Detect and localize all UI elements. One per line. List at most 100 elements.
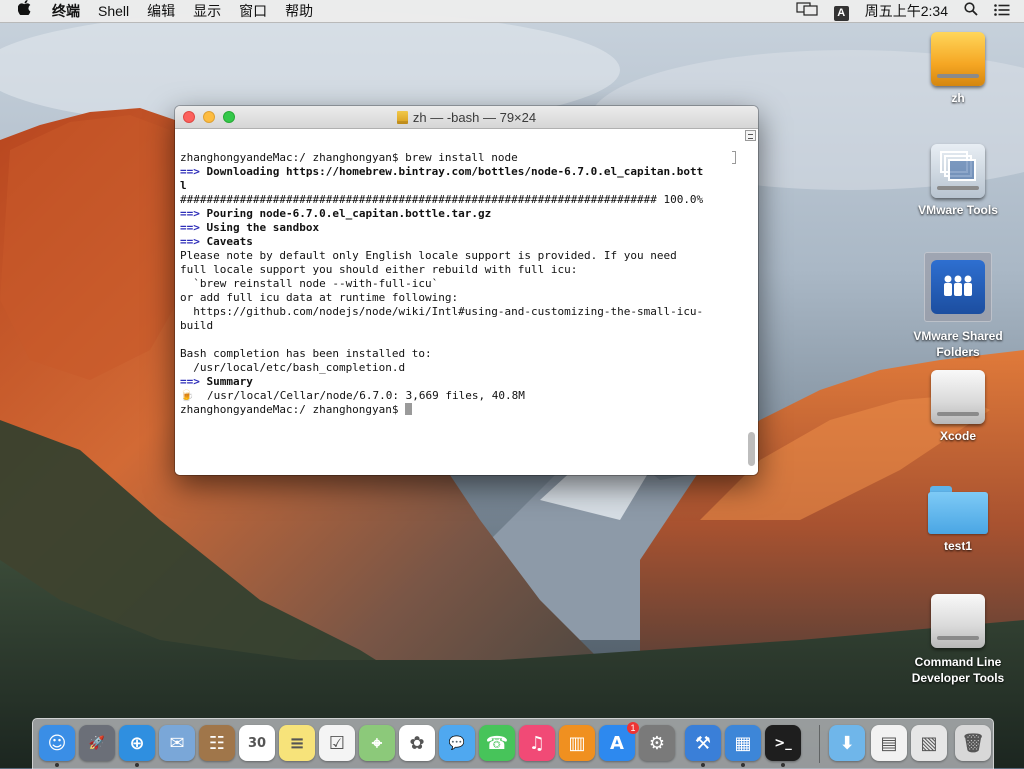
safari-icon[interactable]: ⊕ <box>119 725 155 761</box>
terminal-text-segment: build <box>180 319 214 332</box>
terminal-line: l <box>180 179 735 193</box>
desktop-icon-label: VMware Tools <box>918 203 998 217</box>
terminal-text-segment: ==> <box>180 221 200 234</box>
dock-glyph: ▤ <box>880 732 898 754</box>
desktop-icon-command-line-tools[interactable]: Command Line Developer Tools <box>908 594 1008 686</box>
maps-icon[interactable]: ⌖ <box>359 725 395 761</box>
calendar-icon[interactable]: 30 <box>239 725 275 761</box>
terminal-text-segment: /usr/local/Cellar/node/6.7.0: 3,669 file… <box>193 389 525 402</box>
input-method-icon[interactable]: A <box>826 0 857 22</box>
dock-glyph: ▥ <box>568 732 586 754</box>
dock-glyph: ⌖ <box>371 732 383 754</box>
minimize-button[interactable] <box>203 111 215 123</box>
notification-center-icon[interactable] <box>986 0 1024 22</box>
desktop-icon-zh[interactable]: zh <box>908 32 1008 106</box>
contacts-icon[interactable]: ☷ <box>199 725 235 761</box>
desktop-icon-xcode[interactable]: Xcode <box>908 370 1008 444</box>
notes-icon[interactable]: ≡ <box>279 725 315 761</box>
notification-badge: 1 <box>627 722 639 734</box>
menu-window[interactable]: 窗口 <box>230 0 276 22</box>
window-titlebar[interactable]: zh — -bash — 79×24 <box>175 106 758 129</box>
terminal-content[interactable]: zhanghongyandeMac:/ zhanghongyan$ brew i… <box>175 129 758 475</box>
home-folder-icon <box>396 110 408 124</box>
reminders-icon[interactable]: ☑ <box>319 725 355 761</box>
running-indicator <box>55 763 59 767</box>
scroll-split-button[interactable] <box>745 130 756 141</box>
photos-icon[interactable]: ✿ <box>399 725 435 761</box>
menu-view[interactable]: 显示 <box>184 0 230 22</box>
terminal-line: ==> Using the sandbox <box>180 221 735 235</box>
mail-icon[interactable]: ✉ <box>159 725 195 761</box>
dock-glyph: ⚙ <box>648 732 666 754</box>
launchpad-icon[interactable]: 🚀 <box>79 725 115 761</box>
terminal-line: zhanghongyandeMac:/ zhanghongyan$ brew i… <box>180 151 735 165</box>
terminal-line: ==> Caveats <box>180 235 735 249</box>
terminal-line: full locale support you should either re… <box>180 263 735 277</box>
text-cursor <box>405 403 413 415</box>
downloads-stack-icon[interactable]: ⬇ <box>829 725 865 761</box>
dock-glyph: 💬 <box>448 735 466 751</box>
terminal-text-segment: zhanghongyandeMac:/ zhanghongyan$ <box>180 403 406 416</box>
terminal-text-segment: full locale support you should either re… <box>180 263 578 276</box>
trash-icon[interactable]: 🗑 <box>955 725 991 761</box>
menu-app-name[interactable]: 终端 <box>43 0 89 22</box>
terminal-text-segment: Caveats <box>199 235 253 248</box>
terminal-line: or add full icu data at runtime followin… <box>180 291 735 305</box>
terminal-line: build <box>180 319 735 333</box>
terminal-line: Please note by default only English loca… <box>180 249 735 263</box>
simulator-icon[interactable]: ▦ <box>725 725 761 761</box>
window-controls <box>183 111 235 123</box>
label-line-1: Command Line <box>914 655 1002 669</box>
dock-glyph: ⊕ <box>129 732 145 754</box>
apple-icon[interactable] <box>0 0 43 22</box>
label-line-2: Developer Tools <box>911 671 1005 685</box>
terminal-line: ==> Pouring node-6.7.0.el_capitan.bottle… <box>180 207 735 221</box>
input-method-label: A <box>833 6 849 21</box>
terminal-window[interactable]: zh — -bash — 79×24 zhanghongyandeMac:/ z… <box>175 106 758 475</box>
ibooks-icon[interactable]: ▥ <box>559 725 595 761</box>
zoom-button[interactable] <box>223 111 235 123</box>
finder-icon[interactable]: ☺ <box>39 725 75 761</box>
terminal-output[interactable]: zhanghongyandeMac:/ zhanghongyan$ brew i… <box>180 151 735 417</box>
close-button[interactable] <box>183 111 195 123</box>
desktop-icon-label: VMware Shared Folders <box>908 328 1008 360</box>
terminal-icon[interactable]: >_ <box>765 725 801 761</box>
menu-shell[interactable]: Shell <box>89 0 138 22</box>
dock-glyph: ☷ <box>208 732 226 754</box>
window-title: zh — -bash — 79×24 <box>412 109 537 125</box>
terminal-text-segment: or add full icu data at runtime followin… <box>180 291 459 304</box>
terminal-text-segment: ==> <box>180 375 200 388</box>
documents-stack-icon[interactable]: ▤ <box>871 725 907 761</box>
selection-highlight <box>924 252 992 322</box>
menu-help[interactable]: 帮助 <box>276 0 322 22</box>
running-indicator <box>135 763 139 767</box>
dock-glyph: ⚒ <box>694 732 712 754</box>
xcode-icon[interactable]: ⚒ <box>685 725 721 761</box>
screenshots-stack-icon[interactable]: ▧ <box>911 725 947 761</box>
dock-glyph: ⬇ <box>839 732 855 754</box>
desktop-icon-label: Command Line Developer Tools <box>908 654 1008 686</box>
running-indicator <box>781 763 785 767</box>
scrollbar-thumb[interactable] <box>748 432 755 466</box>
terminal-text-segment: Downloading https://homebrew.bintray.com… <box>199 165 704 178</box>
menu-edit[interactable]: 编辑 <box>138 0 184 22</box>
display-mirroring-icon[interactable] <box>788 0 826 22</box>
itunes-icon[interactable]: ♫ <box>519 725 555 761</box>
desktop-icon-vmware-tools[interactable]: VMware Tools <box>908 144 1008 218</box>
dock-glyph: ☑ <box>328 732 346 754</box>
facetime-icon[interactable]: ☎ <box>479 725 515 761</box>
dock: ☺ 🚀 ⊕ ✉ ☷ 30 ≡ ☑ ⌖ ✿ 💬 ☎ ♫ ▥ A 1 ⚙ ⚒ ▦ >_ ⬇ ▤ ▧ 🗑 <box>32 718 994 769</box>
terminal-text-segment: https://github.com/nodejs/node/wiki/Intl… <box>180 305 704 318</box>
terminal-text-segment: Please note by default only English loca… <box>180 249 677 262</box>
terminal-line: /usr/local/etc/bash_completion.d <box>180 361 735 375</box>
shared-folders-icon <box>931 260 985 314</box>
terminal-text-segment: ==> <box>180 165 200 178</box>
system-preferences-icon[interactable]: ⚙ <box>639 725 675 761</box>
menu-clock[interactable]: 周五上午2:34 <box>857 0 956 22</box>
desktop-icon-vmware-shared-folders[interactable]: VMware Shared Folders <box>908 252 1008 360</box>
messages-icon[interactable]: 💬 <box>439 725 475 761</box>
spotlight-search-icon[interactable] <box>956 0 986 22</box>
desktop-icon-test1[interactable]: test1 <box>908 486 1008 554</box>
vmware-tools-disk-icon <box>931 144 985 198</box>
terminal-line: Bash completion has been installed to: <box>180 347 735 361</box>
